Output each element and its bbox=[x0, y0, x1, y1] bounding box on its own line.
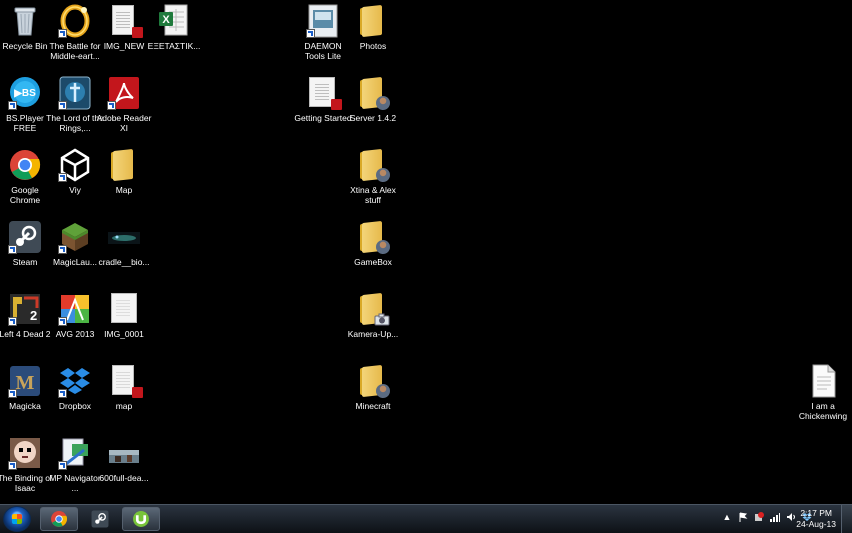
desktop-icon-label: Xtina & Alex stuff bbox=[350, 185, 396, 205]
desktop-icon-label: map bbox=[115, 401, 133, 411]
taskbar: ▲ 2:17 PM 24-Aug-13 bbox=[0, 504, 852, 533]
minecraft-grass-block-icon bbox=[58, 220, 92, 254]
svg-text:M: M bbox=[16, 372, 35, 394]
lotr-icon bbox=[58, 76, 92, 110]
avg-icon bbox=[58, 292, 92, 326]
magicka-icon: M bbox=[8, 364, 42, 398]
desktop-icon-chickenwing[interactable]: I am a Chickenwing bbox=[794, 364, 852, 421]
desktop-icon-xtina-alex[interactable]: Xtina & Alex stuff bbox=[344, 148, 402, 205]
desktop-icon-label: Minecraft bbox=[355, 401, 391, 411]
shared-folder-icon bbox=[356, 148, 390, 182]
desktop: Recycle Bin ▶BS BS.Player FREE Google Ch… bbox=[0, 0, 852, 504]
desktop-icon-label: cradle__bio... bbox=[98, 257, 150, 267]
text-file-icon bbox=[806, 364, 840, 398]
ring-icon bbox=[58, 4, 92, 38]
pdf-file-icon bbox=[107, 364, 143, 398]
pdf-file-icon bbox=[107, 4, 143, 38]
taskbar-utorrent-button[interactable] bbox=[122, 507, 160, 531]
desktop-icon-600full-dea[interactable]: 600full-dea... bbox=[95, 436, 153, 483]
svg-text:▶BS: ▶BS bbox=[13, 88, 36, 99]
taskbar-chrome-button[interactable] bbox=[40, 507, 78, 531]
bsplayer-icon: ▶BS bbox=[8, 76, 42, 110]
desktop-icon-photos[interactable]: Photos bbox=[344, 4, 402, 51]
mp-navigator-icon bbox=[58, 436, 92, 470]
svg-text:X: X bbox=[162, 14, 170, 26]
desktop-icon-minecraft[interactable]: Minecraft bbox=[344, 364, 402, 411]
adobe-reader-icon bbox=[107, 76, 141, 110]
volume-icon[interactable] bbox=[786, 512, 796, 522]
desktop-icon-label: I am a Chickenwing bbox=[798, 401, 848, 421]
dropbox-icon bbox=[58, 364, 92, 398]
shared-folder-icon bbox=[356, 76, 390, 110]
steam-icon bbox=[91, 510, 109, 528]
utorrent-icon bbox=[133, 511, 149, 527]
desktop-icon-exetastik[interactable]: X ΕΞΕΤΑΣΤΙΚ... bbox=[145, 4, 203, 51]
taskbar-steam-button[interactable] bbox=[81, 507, 119, 531]
desktop-icon-label: ΕΞΕΤΑΣΤΙΚ... bbox=[147, 41, 201, 51]
desktop-icon-label: Server 1.4.2 bbox=[349, 113, 397, 123]
shared-folder-icon bbox=[356, 220, 390, 254]
show-desktop-button[interactable] bbox=[841, 505, 852, 533]
camera-folder-icon bbox=[356, 292, 390, 326]
chrome-icon bbox=[8, 148, 42, 182]
left4dead2-icon: 2 bbox=[8, 292, 42, 326]
pdf-file-icon bbox=[306, 76, 342, 110]
image-file-icon bbox=[107, 436, 141, 470]
chrome-icon bbox=[51, 511, 68, 527]
desktop-icon-adobe-reader[interactable]: Adobe Reader XI bbox=[95, 76, 153, 133]
desktop-icon-label: GameBox bbox=[354, 257, 392, 267]
desktop-icon-cradle-bio[interactable]: cradle__bio... bbox=[95, 220, 153, 267]
desktop-icon-label: Adobe Reader XI bbox=[96, 113, 152, 133]
folder-icon bbox=[107, 148, 141, 182]
desktop-icon-server[interactable]: Server 1.4.2 bbox=[344, 76, 402, 123]
desktop-icon-label: IMG_0001 bbox=[104, 329, 144, 339]
desktop-icon-img-0001[interactable]: IMG_0001 bbox=[95, 292, 153, 339]
tray-overflow-chevron[interactable]: ▲ bbox=[722, 512, 732, 522]
desktop-icon-label: Map bbox=[115, 185, 133, 195]
svg-text:2: 2 bbox=[30, 308, 37, 323]
desktop-icon-label: Kamera-Up... bbox=[347, 329, 399, 339]
desktop-icon-label: Photos bbox=[359, 41, 387, 51]
unity-icon bbox=[58, 148, 92, 182]
folder-icon bbox=[356, 4, 390, 38]
desktop-icon-gamebox[interactable]: GameBox bbox=[344, 220, 402, 267]
image-file-icon bbox=[107, 220, 141, 254]
image-file-icon bbox=[107, 292, 141, 326]
desktop-icon-kamera-up[interactable]: Kamera-Up... bbox=[344, 292, 402, 339]
start-button[interactable] bbox=[3, 506, 31, 532]
desktop-icon-map-folder[interactable]: Map bbox=[95, 148, 153, 195]
daemon-tools-icon bbox=[306, 4, 340, 38]
binding-of-isaac-icon bbox=[8, 436, 42, 470]
taskbar-clock[interactable]: 2:17 PM 24-Aug-13 bbox=[796, 508, 836, 530]
recycle-bin-icon bbox=[8, 4, 42, 38]
shared-folder-icon bbox=[356, 364, 390, 398]
clock-time: 2:17 PM bbox=[800, 508, 832, 518]
desktop-icon-map-pdf[interactable]: map bbox=[95, 364, 153, 411]
security-alert-icon[interactable] bbox=[754, 512, 764, 522]
desktop-icon-label: 600full-dea... bbox=[99, 473, 149, 483]
excel-file-icon: X bbox=[157, 4, 191, 38]
action-center-flag-icon[interactable] bbox=[738, 512, 748, 522]
network-signal-icon[interactable] bbox=[770, 512, 780, 522]
clock-date: 24-Aug-13 bbox=[796, 519, 836, 529]
steam-icon bbox=[8, 220, 42, 254]
